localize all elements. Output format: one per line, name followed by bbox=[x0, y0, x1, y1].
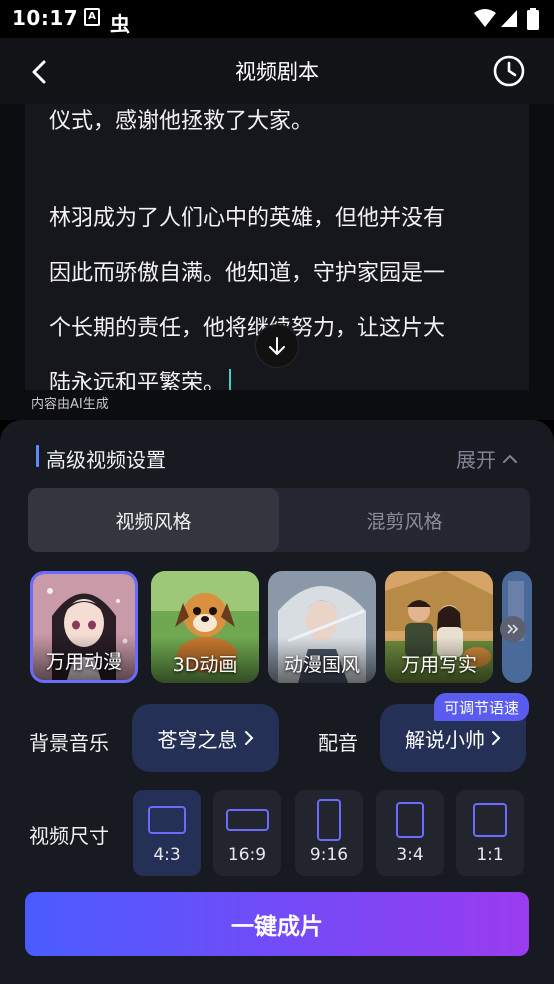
ratio-16-9-icon bbox=[226, 809, 269, 831]
chevron-right-icon bbox=[492, 731, 501, 745]
style-card-anime[interactable]: 万用动漫 bbox=[30, 571, 138, 683]
tab-mix-style[interactable]: 混剪风格 bbox=[279, 488, 530, 552]
generate-video-button[interactable]: 一键成片 bbox=[25, 892, 529, 956]
size-option-label: 3:4 bbox=[396, 845, 424, 865]
status-bar: 10:17 A 虫 bbox=[0, 0, 554, 38]
style-label: 万用写实 bbox=[400, 654, 477, 676]
text-cursor bbox=[229, 369, 232, 390]
chevron-right-icon bbox=[244, 731, 253, 745]
music-value: 苍穹之息 bbox=[157, 727, 238, 752]
script-line: 仪式，感谢他拯救了大家。 bbox=[49, 109, 314, 134]
wifi-icon bbox=[474, 9, 496, 27]
battery-icon bbox=[527, 8, 539, 30]
style-label: 3D动画 bbox=[172, 654, 238, 676]
ratio-1-1-icon bbox=[473, 803, 507, 837]
chevron-up-icon bbox=[503, 454, 517, 463]
style-carousel: 万用动漫 3D动画 动漫国风 万用写实 bbox=[30, 571, 554, 686]
scroll-down-button[interactable] bbox=[255, 324, 299, 368]
status-time: 10:17 bbox=[12, 6, 79, 30]
signal-icon bbox=[501, 10, 517, 27]
expand-toggle[interactable]: 展开 bbox=[456, 444, 518, 473]
voice-value: 解说小帅 bbox=[405, 727, 485, 752]
size-option-9-16[interactable]: 9:16 bbox=[295, 790, 363, 876]
script-line: 陆永远和平繁荣。 bbox=[49, 371, 226, 390]
size-option-label: 16:9 bbox=[227, 845, 267, 865]
size-option-16-9[interactable]: 16:9 bbox=[213, 790, 281, 876]
double-chevron-right-icon bbox=[507, 624, 519, 634]
style-label: 万用动漫 bbox=[45, 651, 122, 673]
bug-notification-icon: 虫 bbox=[110, 12, 130, 36]
settings-sheet: 高级视频设置 展开 视频风格 混剪风格 万用动漫 3D动画 动漫国风 万用写实 … bbox=[0, 420, 554, 984]
size-option-label: 4:3 bbox=[153, 845, 181, 865]
music-select-button[interactable]: 苍穹之息 bbox=[132, 704, 279, 772]
settings-title: 高级视频设置 bbox=[46, 448, 166, 472]
size-option-3-4[interactable]: 3:4 bbox=[376, 790, 444, 876]
style-card-guofeng[interactable]: 动漫国风 bbox=[268, 571, 376, 683]
style-card-3d[interactable]: 3D动画 bbox=[151, 571, 259, 683]
a-notification-icon: A bbox=[84, 8, 100, 26]
ai-generated-note: 内容由AI生成 bbox=[31, 397, 109, 412]
size-option-label: 1:1 bbox=[476, 845, 504, 865]
ratio-4-3-icon bbox=[148, 806, 186, 834]
speed-adjustable-badge: 可调节语速 bbox=[434, 693, 530, 721]
style-tabs: 视频风格 混剪风格 bbox=[28, 488, 530, 552]
size-option-label: 9:16 bbox=[309, 845, 349, 865]
ratio-3-4-icon bbox=[396, 802, 424, 838]
voice-label: 配音 bbox=[318, 731, 358, 755]
script-line: 因此而骄傲自满。他知道，守护家园是一 bbox=[49, 261, 446, 286]
size-option-1-1[interactable]: 1:1 bbox=[456, 790, 524, 876]
script-line: 林羽成为了人们心中的英雄，但他并没有 bbox=[49, 206, 446, 231]
arrow-down-icon bbox=[269, 337, 285, 355]
nav-bar: 视频剧本 bbox=[0, 38, 554, 104]
section-accent-bar bbox=[36, 445, 39, 467]
size-option-4-3[interactable]: 4:3 bbox=[133, 790, 201, 876]
page-title: 视频剧本 bbox=[235, 60, 319, 84]
clock-icon[interactable] bbox=[492, 54, 526, 88]
more-styles-button[interactable] bbox=[500, 616, 526, 642]
style-label: 动漫国风 bbox=[283, 654, 360, 676]
style-card-realistic[interactable]: 万用写实 bbox=[385, 571, 493, 683]
expand-label: 展开 bbox=[456, 448, 496, 472]
size-label: 视频尺寸 bbox=[29, 824, 109, 848]
music-label: 背景音乐 bbox=[29, 731, 109, 755]
tab-video-style[interactable]: 视频风格 bbox=[28, 488, 279, 552]
script-area: 仪式，感谢他拯救了大家。 林羽成为了人们心中的英雄，但他并没有 因此而骄傲自满。… bbox=[0, 104, 554, 420]
ratio-9-16-icon bbox=[317, 799, 341, 841]
